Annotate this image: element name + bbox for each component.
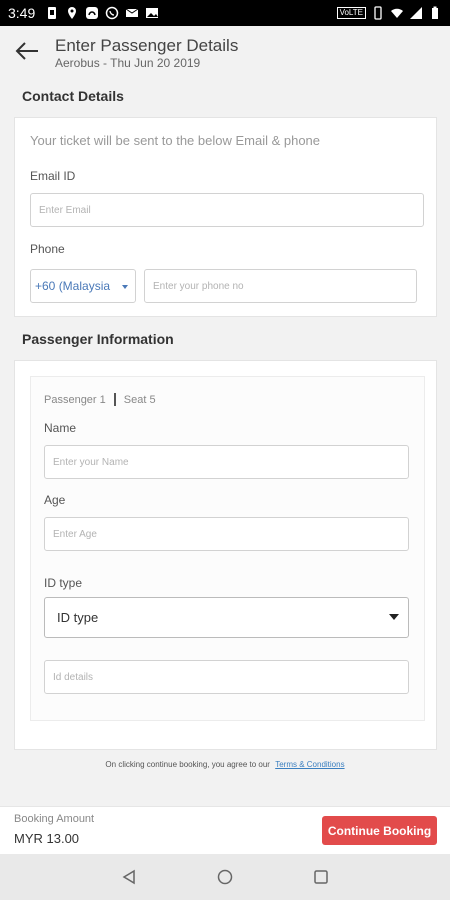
terms-link[interactable]: Terms & Conditions — [275, 760, 344, 769]
contact-card: Your ticket will be sent to the below Em… — [14, 117, 437, 317]
passenger-header: Passenger 1 Seat 5 — [44, 393, 156, 406]
app-header: Enter Passenger Details Aerobus - Thu Ju… — [0, 26, 450, 76]
signal-icon — [409, 6, 423, 20]
notification-icon — [45, 6, 59, 20]
terms-text: On clicking continue booking, you agree … — [105, 760, 270, 769]
triangle-back-icon — [122, 869, 135, 885]
status-time: 3:49 — [8, 5, 36, 21]
passenger-number: Passenger 1 — [44, 393, 106, 406]
wifi-icon — [390, 6, 404, 20]
square-recents-icon — [314, 870, 328, 884]
phone-field[interactable] — [144, 269, 417, 303]
nav-recents-button[interactable] — [308, 864, 334, 890]
divider — [113, 393, 116, 406]
battery-icon — [428, 6, 442, 20]
nav-home-button[interactable] — [212, 864, 238, 890]
passenger-form: Passenger 1 Seat 5 Name Age ID type ID t… — [30, 376, 425, 721]
name-label: Name — [44, 421, 77, 435]
contact-helper-text: Your ticket will be sent to the below Em… — [30, 133, 321, 148]
age-label: Age — [44, 493, 66, 507]
country-code-select[interactable]: +60 (Malaysia — [30, 269, 136, 303]
terms-notice: On clicking continue booking, you agree … — [0, 760, 450, 769]
system-nav-bar — [0, 854, 450, 900]
location-icon — [65, 6, 79, 20]
id-type-value: ID type — [57, 610, 99, 625]
seat-number: Seat 5 — [123, 393, 156, 406]
page-subtitle: Aerobus - Thu Jun 20 2019 — [55, 56, 201, 70]
id-type-label: ID type — [44, 576, 83, 590]
email-field[interactable] — [30, 193, 424, 227]
booking-amount-value: MYR 13.00 — [14, 831, 80, 846]
country-code-value: +60 (Malaysia — [35, 279, 111, 293]
back-button[interactable] — [14, 40, 40, 62]
app-icon — [85, 6, 99, 20]
id-type-select[interactable]: ID type — [44, 597, 409, 638]
age-field[interactable] — [44, 517, 409, 551]
vibrate-icon — [371, 6, 385, 20]
passenger-card: Passenger 1 Seat 5 Name Age ID type ID t… — [14, 360, 437, 750]
page-title: Enter Passenger Details — [55, 36, 239, 55]
volte-badge: VoLTE — [336, 7, 366, 19]
circle-home-icon — [217, 869, 233, 885]
booking-footer: Booking Amount MYR 13.00 Continue Bookin… — [0, 806, 450, 854]
id-details-field[interactable] — [44, 660, 409, 694]
back-arrow-icon — [15, 42, 38, 60]
whatsapp-icon — [105, 6, 119, 20]
phone-label: Phone — [30, 242, 65, 256]
mail-icon — [125, 6, 139, 20]
booking-amount-label: Booking Amount — [14, 813, 95, 825]
continue-booking-button[interactable]: Continue Booking — [322, 816, 437, 845]
email-label: Email ID — [30, 169, 76, 183]
nav-back-button[interactable] — [116, 864, 142, 890]
contact-section-title: Contact Details — [22, 88, 124, 104]
passenger-section-title: Passenger Information — [22, 331, 174, 347]
status-bar: 3:49 VoLTE — [0, 0, 450, 26]
chevron-down-icon — [122, 285, 128, 289]
dropdown-arrow-icon — [389, 614, 399, 620]
image-icon — [145, 6, 159, 20]
name-field[interactable] — [44, 445, 409, 479]
